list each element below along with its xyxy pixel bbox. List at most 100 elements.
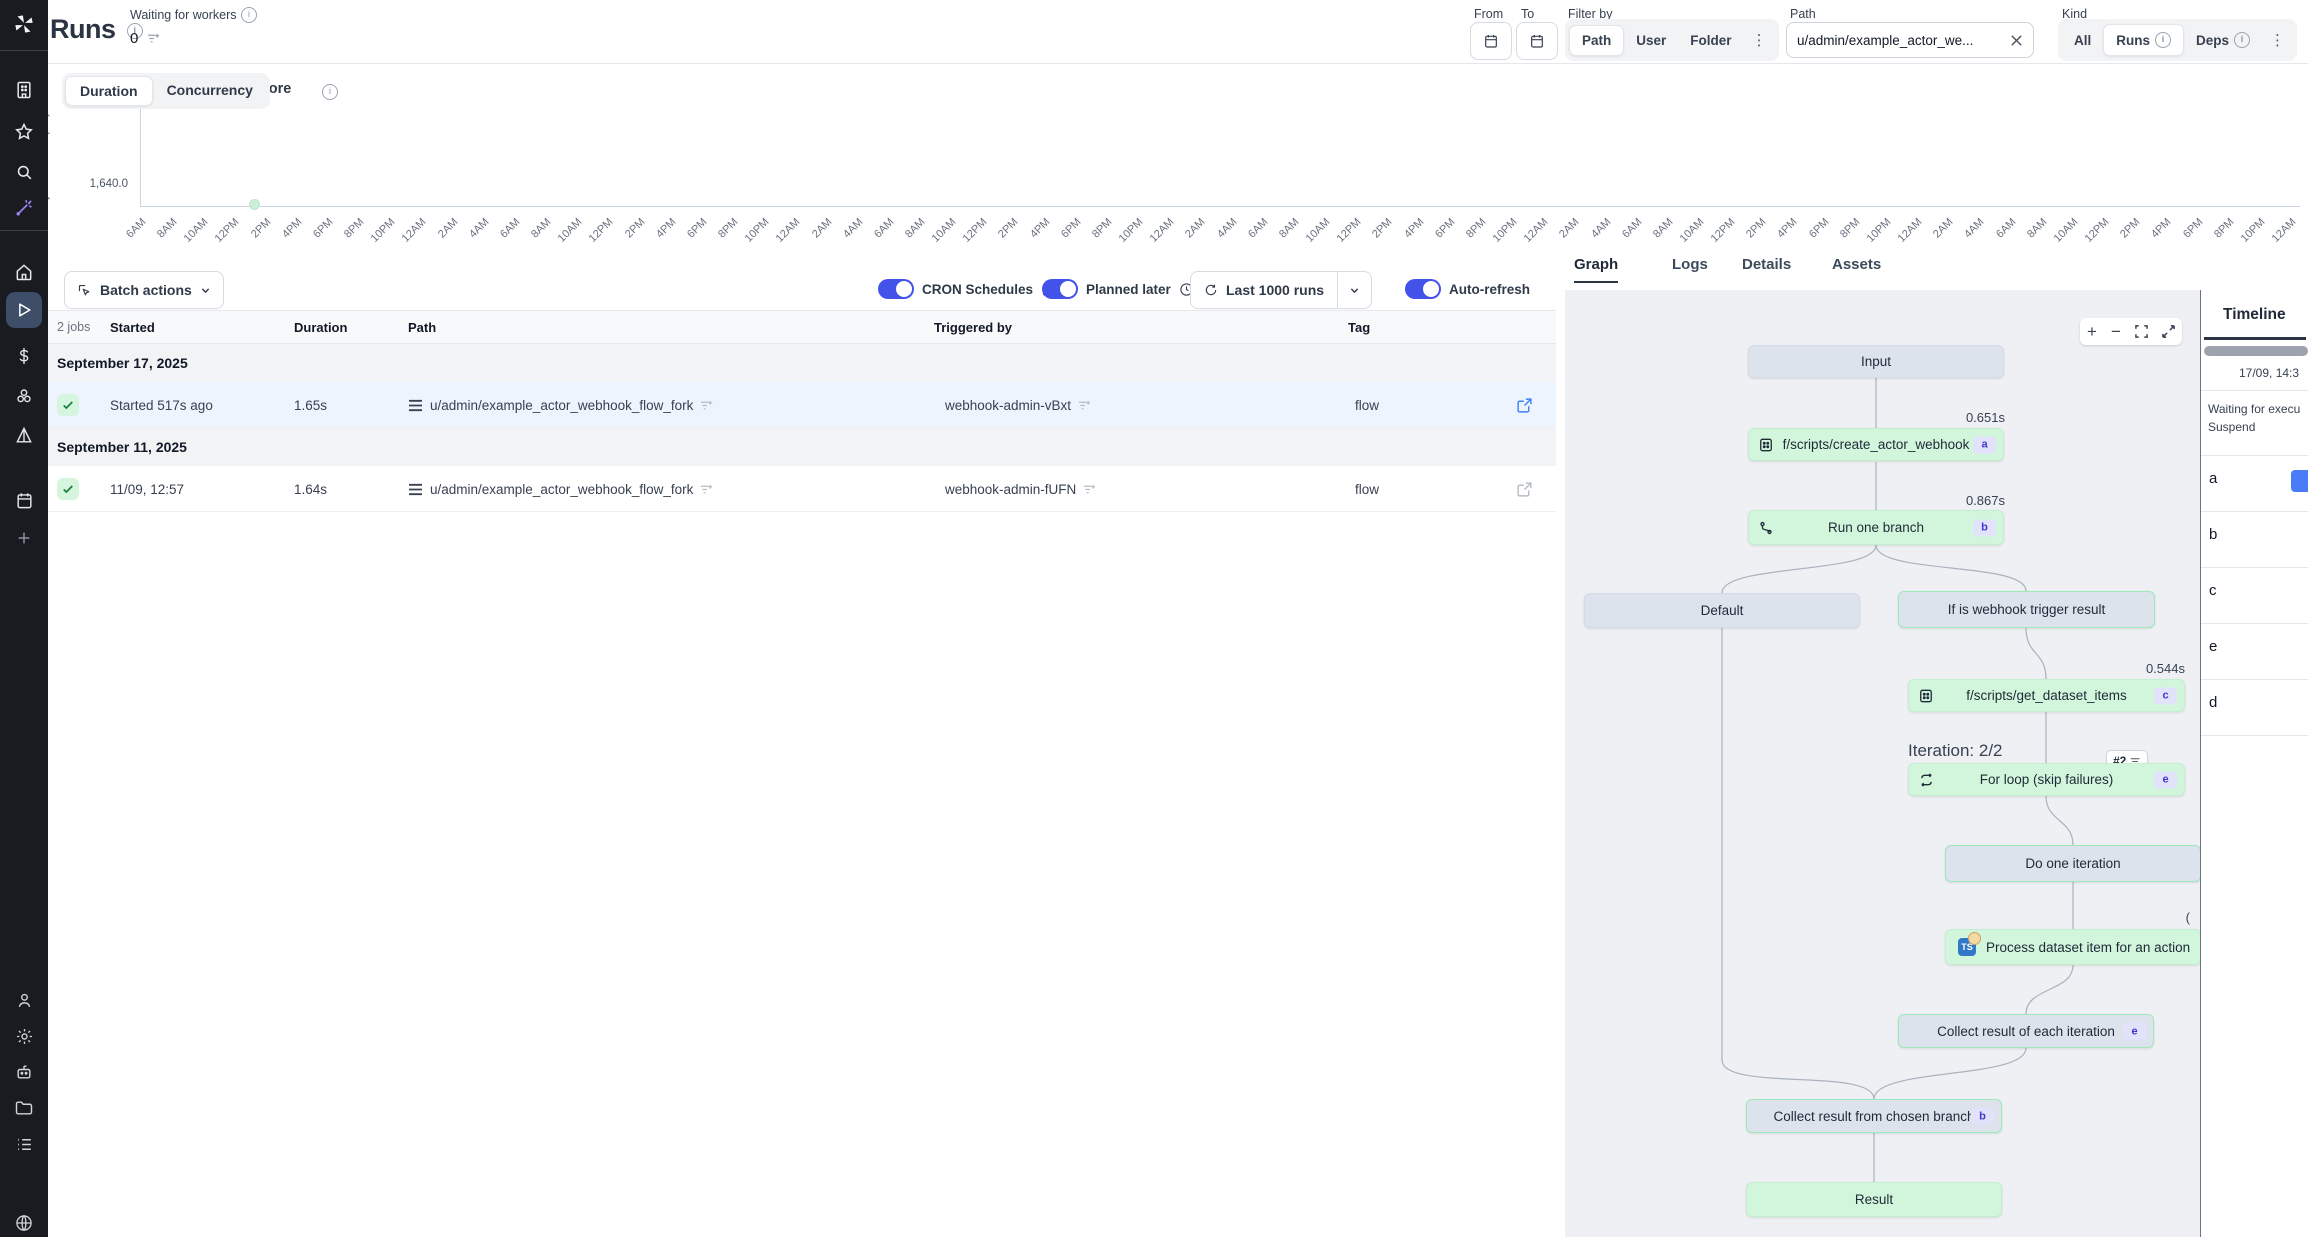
sidebar-item-favorites[interactable] [0, 114, 48, 150]
open-run-link[interactable] [1516, 382, 1533, 428]
last-runs-chevron[interactable] [1338, 285, 1371, 296]
open-run-link[interactable] [1516, 466, 1533, 512]
from-date-button[interactable] [1470, 22, 1512, 60]
timeline-row[interactable]: b [2201, 512, 2308, 568]
sidebar-item-home[interactable] [0, 254, 48, 290]
sidebar-item-folders[interactable] [0, 1090, 48, 1126]
sidebar-item-variables[interactable] [0, 338, 48, 374]
filter-plus-icon[interactable] [700, 483, 713, 496]
node-branch-default[interactable]: Default [1584, 593, 1860, 628]
run-path[interactable]: u/admin/example_actor_webhook_flow_fork [408, 382, 713, 428]
filter-tab-path[interactable]: Path [1569, 25, 1624, 56]
chart-data-point[interactable] [249, 199, 260, 210]
kind-tab-all[interactable]: All [2062, 26, 2103, 55]
run-triggered-by[interactable]: webhook-admin-vBxt [945, 382, 1091, 428]
filter-tab-user[interactable]: User [1624, 26, 1678, 55]
node-create-actor-webhook[interactable]: f/scripts/create_actor_webhook a [1748, 428, 2004, 461]
last-runs-main[interactable]: Last 1000 runs [1191, 282, 1337, 298]
node-timing: 0.651s [1885, 410, 2005, 425]
toggle-switch[interactable] [1405, 279, 1441, 299]
col-started[interactable]: Started [110, 311, 155, 343]
filter-plus-icon[interactable] [700, 399, 713, 412]
sidebar-item-settings[interactable] [0, 1018, 48, 1054]
run-duration: 1.64s [294, 466, 327, 512]
run-row[interactable]: 11/09, 12:57 1.64s u/admin/example_actor… [48, 466, 1556, 512]
node-for-loop[interactable]: For loop (skip failures) e [1908, 763, 2185, 796]
batch-actions-button[interactable]: Batch actions [64, 271, 224, 309]
waiting-count: 0 [130, 30, 138, 47]
success-check-icon [57, 394, 79, 416]
sidebar-item-search[interactable] [0, 154, 48, 190]
sidebar-item-globe[interactable] [0, 1205, 48, 1237]
run-path[interactable]: u/admin/example_actor_webhook_flow_fork [408, 466, 713, 512]
to-date-button[interactable] [1516, 22, 1558, 60]
kind-tab-deps[interactable]: Deps [2184, 25, 2262, 55]
timeline-row[interactable]: c [2201, 568, 2308, 624]
info-icon[interactable] [322, 84, 338, 100]
node-run-one-branch[interactable]: Run one branch b [1748, 510, 2004, 545]
node-collect-each-iteration[interactable]: Collect result of each iteration e [1898, 1014, 2154, 1048]
sidebar-item-ai[interactable] [0, 190, 48, 226]
tab-graph[interactable]: Graph [1574, 256, 1618, 283]
timeline-row[interactable]: a [2201, 456, 2308, 512]
toggle-switch[interactable] [878, 279, 914, 299]
node-collect-chosen-branch[interactable]: Collect result from chosen branch b [1746, 1099, 2002, 1133]
run-tag: flow [1355, 466, 1379, 512]
sidebar-item-queue[interactable] [0, 1126, 48, 1162]
filter-plus-icon[interactable] [1078, 399, 1091, 412]
zoom-in-icon[interactable]: + [2087, 322, 2097, 342]
toggle-switch[interactable] [1042, 279, 1078, 299]
tab-duration[interactable]: Duration [65, 76, 153, 106]
filter-tab-folder[interactable]: Folder [1678, 26, 1743, 55]
auto-refresh-toggle[interactable]: Auto-refresh [1405, 279, 1530, 299]
col-triggered-by[interactable]: Triggered by [934, 311, 1012, 343]
kind-tab-runs[interactable]: Runs [2103, 24, 2184, 56]
windmill-logo-icon[interactable] [0, 6, 48, 42]
cron-schedules-toggle[interactable]: CRON Schedules [878, 279, 1056, 299]
kind-more-menu[interactable]: ⋮ [2262, 31, 2293, 49]
col-tag[interactable]: Tag [1348, 311, 1370, 343]
timeline-scrollbar[interactable] [2204, 346, 2308, 356]
timeline-title[interactable]: Timeline [2223, 306, 2286, 324]
node-process-dataset-item[interactable]: TS Process dataset item for an action [1945, 929, 2200, 965]
tab-details[interactable]: Details [1742, 256, 1791, 273]
last-runs-select[interactable]: Last 1000 runs [1190, 271, 1372, 309]
sidebar-item-runs[interactable] [6, 292, 42, 328]
cluster-icon [14, 386, 34, 406]
zoom-out-icon[interactable]: − [2111, 322, 2121, 342]
tab-assets[interactable]: Assets [1832, 256, 1881, 273]
flow-graph-canvas[interactable]: + − Input 0.651s f/scripts/create_actor_… [1565, 290, 2200, 1237]
timeline-row[interactable]: e [2201, 624, 2308, 680]
col-duration[interactable]: Duration [294, 311, 347, 343]
run-triggered-by[interactable]: webhook-admin-fUFN [945, 466, 1096, 512]
clear-icon[interactable] [2010, 34, 2023, 47]
fit-view-icon[interactable] [2135, 325, 2148, 338]
sidebar-item-schedules[interactable] [0, 482, 48, 518]
timeline-bar[interactable] [2291, 470, 2308, 492]
sidebar-item-resources[interactable] [0, 378, 48, 414]
sidebar-item-triggers[interactable] [0, 418, 48, 454]
run-row[interactable]: Started 517s ago 1.65s u/admin/example_a… [48, 382, 1556, 428]
tab-logs[interactable]: Logs [1672, 256, 1708, 273]
filter-more-menu[interactable]: ⋮ [1744, 31, 1775, 49]
sidebar-item-add[interactable] [0, 520, 48, 556]
filter-plus-icon[interactable] [1083, 483, 1096, 496]
planned-later-toggle[interactable]: Planned later [1042, 279, 1194, 299]
sidebar-item-users[interactable] [0, 982, 48, 1018]
timeline-row[interactable]: d [2201, 680, 2308, 736]
sidebar-item-workers[interactable] [0, 1054, 48, 1090]
node-get-dataset-items[interactable]: f/scripts/get_dataset_items c [1908, 679, 2185, 712]
path-input[interactable]: u/admin/example_actor_we... [1786, 22, 2034, 58]
calendar-icon [15, 491, 34, 510]
filter-plus-icon[interactable] [147, 32, 160, 45]
node-input[interactable]: Input [1748, 345, 2004, 378]
node-branch-if-webhook[interactable]: If is webhook trigger result [1898, 591, 2155, 628]
node-result[interactable]: Result [1746, 1182, 2002, 1217]
info-icon[interactable] [241, 7, 257, 23]
sidebar-item-workspace[interactable] [0, 72, 48, 108]
node-do-one-iteration[interactable]: Do one iteration [1945, 845, 2200, 882]
expand-icon[interactable] [2162, 325, 2175, 338]
timeline-tab-underline [2204, 337, 2306, 340]
tab-concurrency[interactable]: Concurrency [153, 76, 267, 106]
col-path[interactable]: Path [408, 311, 436, 343]
